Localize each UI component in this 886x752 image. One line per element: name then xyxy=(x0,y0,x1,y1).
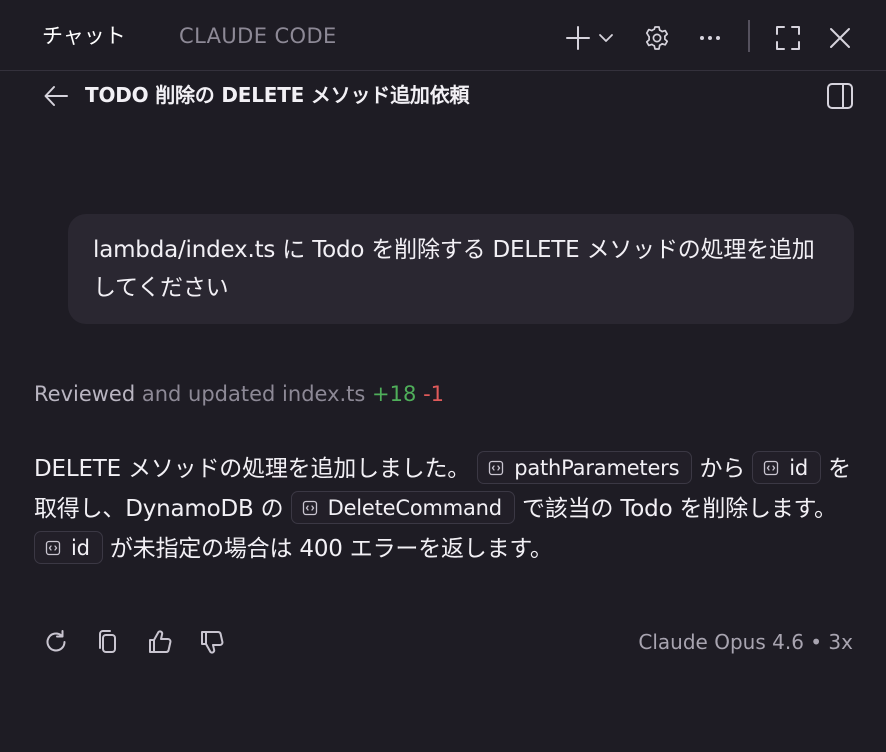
message-actions: Claude Opus 4.6 • 3x xyxy=(0,620,886,664)
assistant-message: DELETE メソッドの処理を追加しました。 pathParameters から… xyxy=(34,449,854,569)
more-icon[interactable] xyxy=(692,20,728,56)
symbol-icon xyxy=(45,540,61,556)
symbol-icon xyxy=(488,460,504,476)
toolbar-divider xyxy=(748,20,750,52)
code-reference-chip[interactable]: id xyxy=(752,451,821,484)
response-text: が未指定の場合は 400 エラーを返します。 xyxy=(102,536,553,562)
plus-icon[interactable] xyxy=(560,20,596,56)
conversation-header: TODO 削除の DELETE メソッド追加依頼 xyxy=(0,72,886,118)
copy-icon[interactable] xyxy=(90,624,126,660)
code-reference-label: DeleteCommand xyxy=(327,495,503,520)
user-message: lambda/index.ts に Todo を削除する DELETE メソッド… xyxy=(68,214,854,324)
code-reference-label: pathParameters xyxy=(514,455,680,480)
chevron-down-icon[interactable] xyxy=(594,20,618,56)
code-reference-chip[interactable]: id xyxy=(34,531,103,564)
chat-panel: チャット CLAUDE CODE TODO 削除の DELETE メソッド追加依… xyxy=(0,0,886,752)
close-icon[interactable] xyxy=(822,20,858,56)
fullscreen-icon[interactable] xyxy=(770,20,806,56)
symbol-icon xyxy=(763,460,779,476)
user-message-text: lambda/index.ts に Todo を削除する DELETE メソッド… xyxy=(93,237,815,301)
tab-bar: チャット CLAUDE CODE xyxy=(0,0,886,71)
tab-claude-code[interactable]: CLAUDE CODE xyxy=(179,22,337,50)
split-panel-icon[interactable] xyxy=(822,78,858,114)
code-reference-label: id xyxy=(789,455,808,480)
retry-icon[interactable] xyxy=(38,624,74,660)
reviewed-verb: Reviewed xyxy=(34,382,136,406)
additions-count: +18 xyxy=(372,382,417,406)
response-text: DELETE メソッドの処理を追加しました。 xyxy=(34,456,471,482)
code-reference-chip[interactable]: DeleteCommand xyxy=(290,491,515,524)
gear-icon[interactable] xyxy=(639,20,675,56)
response-text: で該当の Todo を削除します。 xyxy=(514,496,837,522)
deletions-count: -1 xyxy=(423,382,445,406)
code-reference-chip[interactable]: pathParameters xyxy=(477,451,693,484)
symbol-icon xyxy=(302,500,318,516)
tool-summary[interactable]: Reviewed and updated index.ts +18 -1 xyxy=(34,378,444,410)
back-arrow-icon[interactable] xyxy=(38,78,74,114)
code-reference-label: id xyxy=(71,535,90,560)
model-label: Claude Opus 4.6 • 3x xyxy=(638,630,853,654)
thumbs-up-icon[interactable] xyxy=(142,624,178,660)
reviewed-file: and updated index.ts xyxy=(135,382,366,406)
tab-chat[interactable]: チャット xyxy=(42,22,126,50)
conversation-title: TODO 削除の DELETE メソッド追加依頼 xyxy=(85,83,470,107)
response-text: から xyxy=(692,456,753,482)
thumbs-down-icon[interactable] xyxy=(194,624,230,660)
